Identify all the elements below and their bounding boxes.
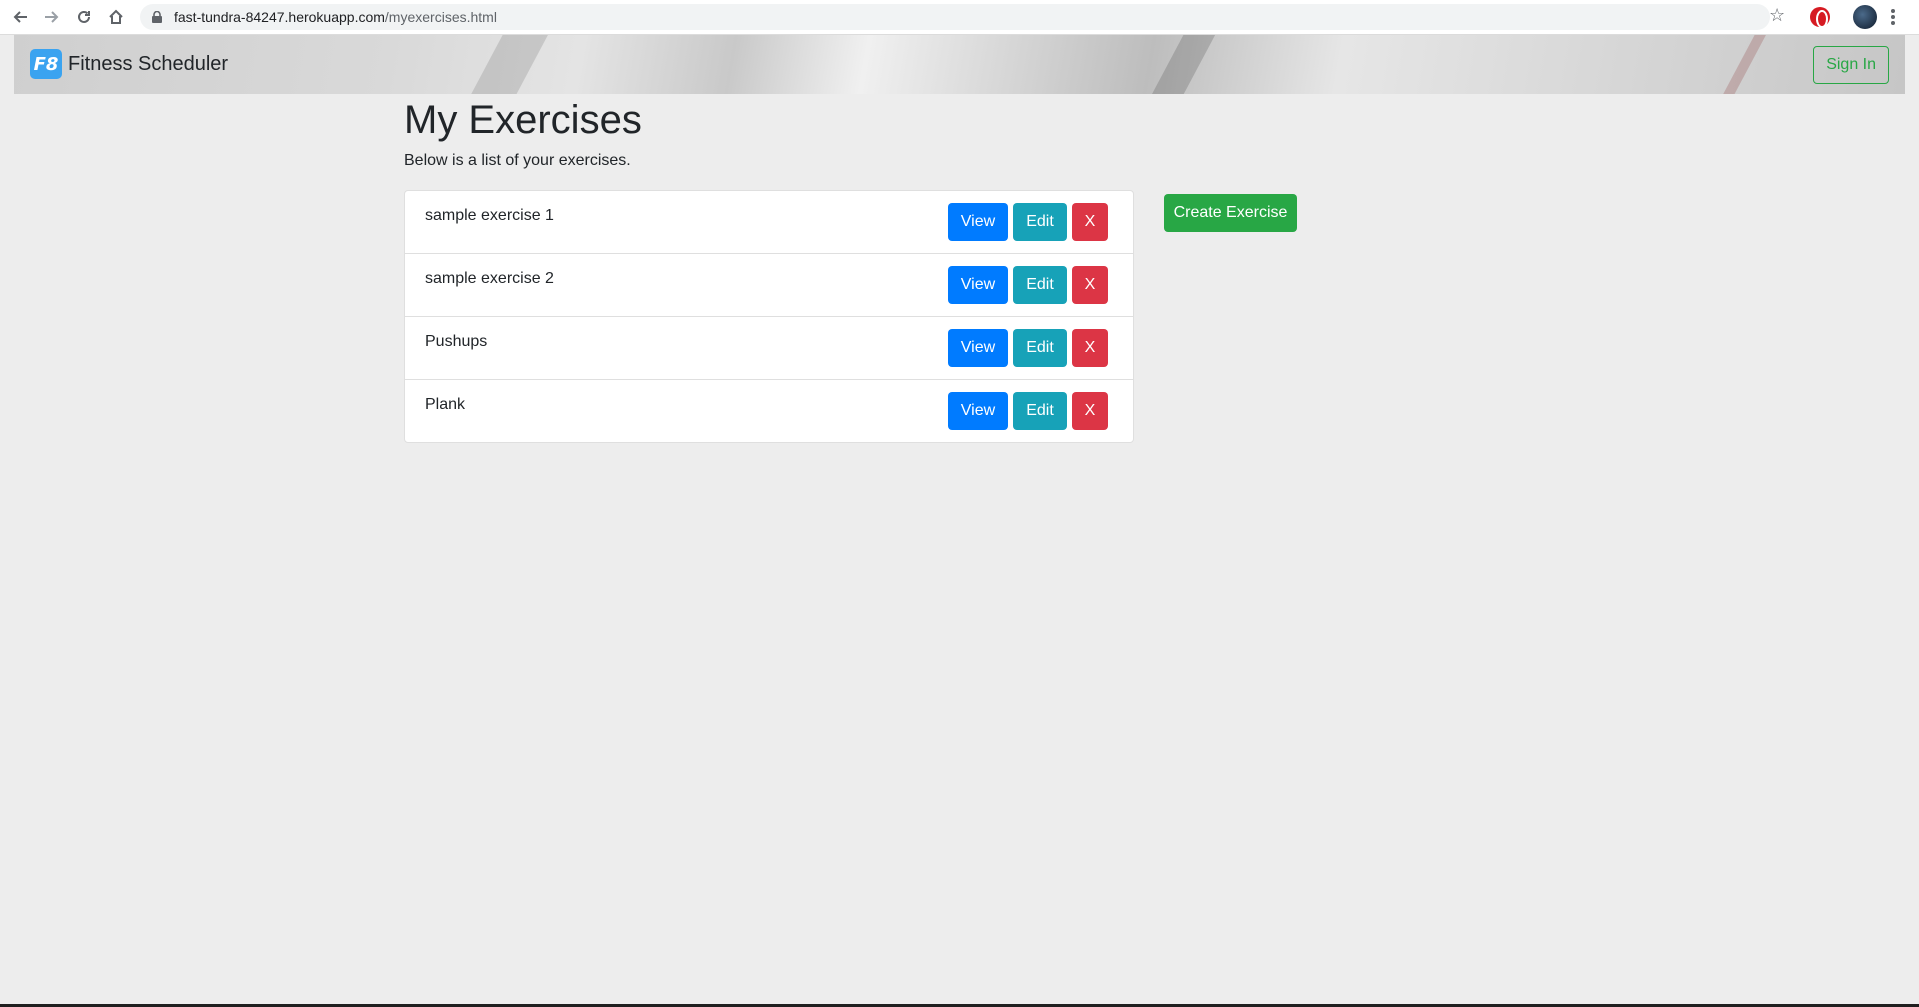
back-icon[interactable] xyxy=(8,5,32,29)
delete-button[interactable]: X xyxy=(1072,203,1108,241)
brand-name: Fitness Scheduler xyxy=(68,52,229,75)
exercise-name: sample exercise 1 xyxy=(425,207,554,224)
view-button[interactable]: View xyxy=(948,266,1008,304)
delete-button[interactable]: X xyxy=(1072,329,1108,367)
edit-button[interactable]: Edit xyxy=(1013,392,1067,430)
home-icon[interactable] xyxy=(104,5,128,29)
delete-button[interactable]: X xyxy=(1072,266,1108,304)
create-exercise-button[interactable]: Create Exercise xyxy=(1164,194,1297,232)
brand-link[interactable]: F8 Fitness Scheduler xyxy=(30,49,228,79)
navbar-background-beam xyxy=(1137,35,1219,94)
exercise-actions: View Edit X xyxy=(948,203,1108,241)
profile-avatar[interactable] xyxy=(1853,5,1877,29)
exercise-actions: View Edit X xyxy=(948,392,1108,430)
reload-icon[interactable] xyxy=(72,5,96,29)
exercise-name: Pushups xyxy=(425,333,488,350)
navbar-background-beam xyxy=(1706,35,1772,94)
url-path: /myexercises.html xyxy=(384,9,497,25)
view-button[interactable]: View xyxy=(948,392,1008,430)
exercise-name: sample exercise 2 xyxy=(425,270,554,287)
navbar: F8 Fitness Scheduler Sign In xyxy=(14,35,1905,94)
delete-button[interactable]: X xyxy=(1072,392,1108,430)
exercise-name: Plank xyxy=(425,396,466,413)
forward-icon[interactable] xyxy=(40,5,64,29)
browser-toolbar: fast-tundra-84247.herokuapp.com/myexerci… xyxy=(0,0,1919,35)
exercise-actions: View Edit X xyxy=(948,329,1108,367)
view-button[interactable]: View xyxy=(948,329,1008,367)
view-button[interactable]: View xyxy=(948,203,1008,241)
exercise-list: sample exercise 1 View Edit X sample exe… xyxy=(404,190,1134,443)
sign-in-button[interactable]: Sign In xyxy=(1813,46,1889,84)
url-text: fast-tundra-84247.herokuapp.com/myexerci… xyxy=(174,9,497,25)
page-title: My Exercises xyxy=(404,98,642,142)
navbar-background-beam xyxy=(458,35,550,94)
list-item: sample exercise 1 View Edit X xyxy=(405,191,1133,254)
list-item: Plank View Edit X xyxy=(405,380,1133,442)
browser-menu-icon[interactable] xyxy=(1891,6,1897,28)
list-item: sample exercise 2 View Edit X xyxy=(405,254,1133,317)
list-item: Pushups View Edit X xyxy=(405,317,1133,380)
brand-logo: F8 xyxy=(30,49,62,79)
lock-icon xyxy=(152,11,162,23)
url-host: fast-tundra-84247.herokuapp.com xyxy=(174,9,385,25)
edit-button[interactable]: Edit xyxy=(1013,203,1067,241)
address-bar[interactable]: fast-tundra-84247.herokuapp.com/myexerci… xyxy=(140,4,1770,30)
page-description: Below is a list of your exercises. xyxy=(404,152,631,169)
edit-button[interactable]: Edit xyxy=(1013,266,1067,304)
extension-icon[interactable] xyxy=(1810,7,1830,28)
bookmark-star-icon[interactable]: ☆ xyxy=(1769,5,1785,26)
exercise-actions: View Edit X xyxy=(948,266,1108,304)
edit-button[interactable]: Edit xyxy=(1013,329,1067,367)
